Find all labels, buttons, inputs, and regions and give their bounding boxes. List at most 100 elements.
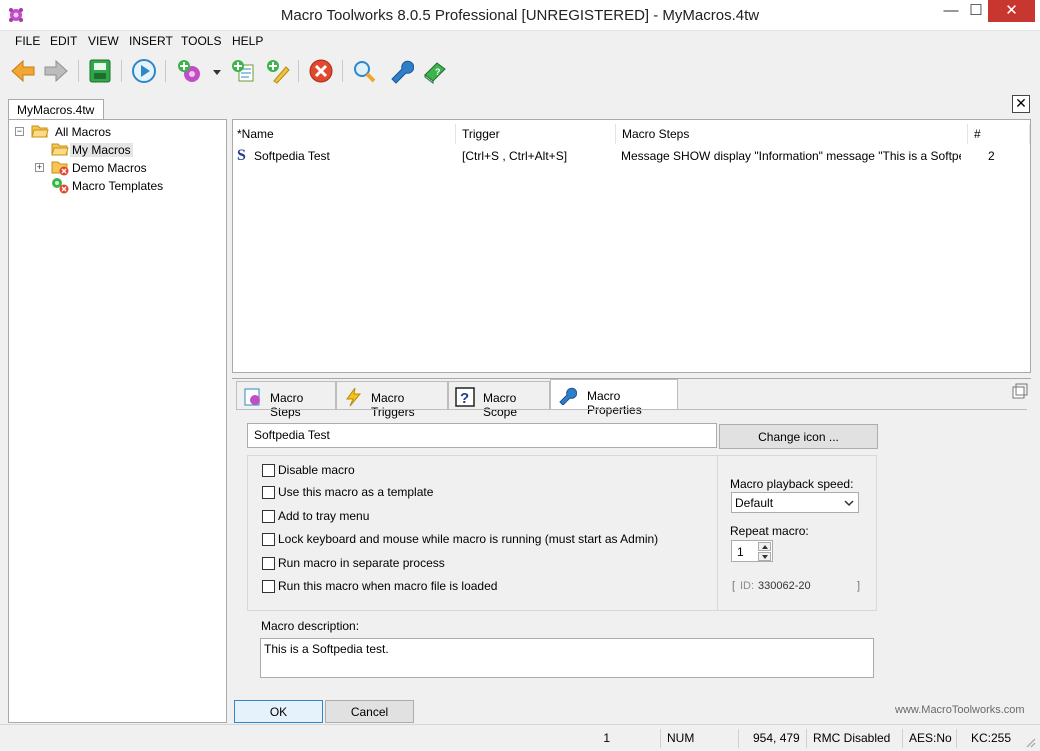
document-tab[interactable]: MyMacros.4tw bbox=[8, 99, 104, 119]
save-icon[interactable] bbox=[86, 57, 114, 85]
tab-macro-scope[interactable]: ? Macro Scope bbox=[448, 381, 550, 419]
status-coords: 954, 479 bbox=[738, 729, 806, 748]
delete-icon[interactable] bbox=[307, 57, 335, 85]
repeat-value: 1 bbox=[737, 545, 744, 559]
column-header-count[interactable]: # bbox=[970, 124, 1030, 144]
minimize-button[interactable]: — bbox=[938, 0, 964, 22]
change-icon-button[interactable]: Change icon ... bbox=[719, 424, 878, 449]
checkbox-label: Run this macro when macro file is loaded bbox=[278, 579, 498, 593]
ok-button[interactable]: OK bbox=[234, 700, 323, 723]
website-link[interactable]: www.MacroToolworks.com bbox=[895, 704, 1025, 716]
description-label: Macro description: bbox=[261, 619, 360, 633]
tree-item-macro-templates[interactable]: Macro Templates bbox=[49, 177, 209, 195]
folder-locked-icon bbox=[51, 161, 69, 176]
tree-item-my-macros[interactable]: My Macros bbox=[49, 141, 149, 159]
help-book-icon[interactable]: ? bbox=[421, 57, 449, 85]
macro-name-input[interactable]: Softpedia Test bbox=[247, 423, 717, 448]
macro-id-value: 330062-20 bbox=[758, 580, 811, 592]
templates-locked-icon bbox=[52, 178, 69, 194]
macro-list: *Name Trigger Macro Steps # S Softpedia … bbox=[232, 119, 1031, 373]
tab-macro-properties[interactable]: Macro Properties bbox=[550, 379, 678, 417]
status-aes: AES:No bbox=[902, 729, 956, 748]
stepper-up-button[interactable] bbox=[758, 542, 771, 551]
expand-icon[interactable]: + bbox=[35, 163, 44, 172]
add-macro-icon[interactable] bbox=[229, 57, 257, 85]
playback-speed-select[interactable]: Default bbox=[731, 492, 859, 513]
status-kc: KC:255 bbox=[956, 729, 1016, 748]
menu-insert[interactable]: INSERT bbox=[129, 34, 173, 48]
id-label: ID: bbox=[740, 580, 755, 592]
svg-text:?: ? bbox=[435, 67, 441, 77]
svg-text:?: ? bbox=[460, 390, 469, 407]
maximize-button[interactable]: ☐ bbox=[964, 0, 988, 22]
search-icon[interactable] bbox=[350, 57, 378, 85]
tree-item-all-macros[interactable]: − All Macros bbox=[15, 123, 215, 141]
checkbox-label: Disable macro bbox=[278, 463, 355, 477]
checkbox-label: Run macro in separate process bbox=[278, 556, 445, 570]
settings-wrench-icon[interactable] bbox=[386, 57, 414, 85]
column-header-steps[interactable]: Macro Steps bbox=[618, 124, 968, 144]
tree-item-demo-macros[interactable]: + Demo Macros bbox=[35, 159, 195, 177]
add-wizard-icon[interactable] bbox=[264, 57, 292, 85]
macro-steps-cell: Message SHOW display "Information" messa… bbox=[621, 149, 961, 163]
wrench-icon bbox=[559, 387, 577, 405]
menu-file[interactable]: FILE bbox=[15, 34, 40, 48]
stepper-down-button[interactable] bbox=[758, 552, 771, 561]
menu-view[interactable]: VIEW bbox=[88, 34, 119, 48]
tab-label: Macro Scope bbox=[483, 391, 518, 419]
tab-label: Macro Properties bbox=[587, 389, 642, 417]
arrow-down-icon bbox=[762, 555, 768, 559]
softpedia-s-icon: S bbox=[237, 147, 246, 162]
new-macro-icon[interactable] bbox=[175, 57, 203, 85]
macro-tree: − All Macros My Macros + Demo Macros Mac… bbox=[8, 119, 227, 723]
description-textarea[interactable]: This is a Softpedia test. bbox=[260, 638, 874, 678]
svg-text:S: S bbox=[237, 147, 246, 162]
title-bar: Macro Toolworks 8.0.5 Professional [UNRE… bbox=[0, 0, 1040, 31]
properties-panel: Macro Steps Macro Triggers ? Macro Scope… bbox=[232, 378, 1031, 723]
macro-count-cell: 2 bbox=[988, 149, 995, 163]
tab-label: Macro Steps bbox=[270, 391, 304, 419]
folder-open-icon bbox=[31, 125, 49, 138]
tree-item-label: Demo Macros bbox=[72, 161, 147, 175]
menu-bar: FILE EDIT VIEW INSERT TOOLS HELP bbox=[0, 31, 1040, 51]
close-window-button[interactable]: ✕ bbox=[988, 0, 1035, 22]
toolbar: ? bbox=[0, 52, 1040, 90]
play-icon[interactable] bbox=[130, 57, 158, 85]
repeat-stepper[interactable]: 1 bbox=[731, 540, 773, 562]
cancel-button[interactable]: Cancel bbox=[325, 700, 414, 723]
close-document-button[interactable]: ✕ bbox=[1012, 95, 1030, 113]
lightning-icon bbox=[346, 387, 362, 407]
status-rmc: RMC Disabled bbox=[806, 729, 902, 748]
id-close-bracket: ] bbox=[857, 580, 861, 592]
resize-grip-icon[interactable] bbox=[1024, 736, 1036, 748]
question-icon: ? bbox=[455, 387, 475, 407]
status-bar: 1 NUM 954, 479 RMC Disabled AES:No KC:25… bbox=[0, 724, 1040, 751]
folder-open-icon bbox=[51, 143, 69, 156]
repeat-macro-label: Repeat macro: bbox=[730, 524, 809, 538]
status-count: 1 bbox=[603, 731, 610, 745]
menu-tools[interactable]: TOOLS bbox=[181, 34, 221, 48]
macro-steps-icon bbox=[244, 388, 260, 406]
tree-item-label: All Macros bbox=[55, 125, 112, 139]
checkbox-label: Add to tray menu bbox=[278, 509, 370, 523]
dropdown-arrow-icon[interactable] bbox=[210, 57, 224, 85]
menu-help[interactable]: HELP bbox=[232, 34, 263, 48]
restore-panel-icon[interactable] bbox=[1012, 383, 1028, 399]
tab-macro-steps[interactable]: Macro Steps bbox=[236, 381, 336, 419]
back-icon[interactable] bbox=[9, 57, 37, 85]
checkbox-label: Use this macro as a template bbox=[278, 485, 434, 499]
status-num: NUM bbox=[660, 729, 738, 748]
menu-edit[interactable]: EDIT bbox=[50, 34, 77, 48]
collapse-icon[interactable]: − bbox=[15, 127, 24, 136]
tab-macro-triggers[interactable]: Macro Triggers bbox=[336, 381, 448, 419]
id-open-bracket: [ bbox=[732, 580, 736, 592]
checkbox-label: Lock keyboard and mouse while macro is r… bbox=[278, 532, 659, 546]
select-value: Default bbox=[735, 496, 774, 510]
column-header-trigger[interactable]: Trigger bbox=[458, 124, 616, 144]
tab-label: Macro Triggers bbox=[371, 391, 415, 419]
window-title: Macro Toolworks 8.0.5 Professional [UNRE… bbox=[280, 7, 760, 24]
chevron-down-icon bbox=[844, 500, 854, 507]
column-header-name[interactable]: *Name bbox=[233, 124, 456, 144]
playback-speed-label: Macro playback speed: bbox=[730, 477, 854, 491]
forward-icon[interactable] bbox=[42, 57, 70, 85]
